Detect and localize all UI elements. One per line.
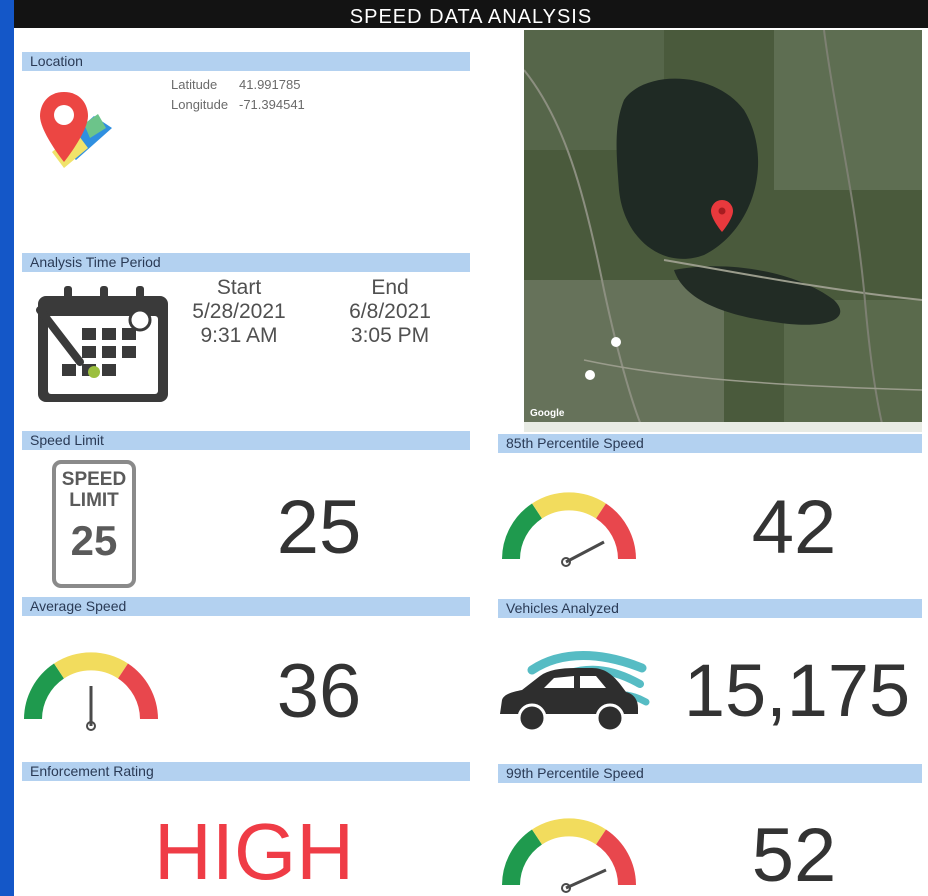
start-date: 5/28/2021 <box>192 300 286 323</box>
enforcement-value: HIGH <box>154 807 354 896</box>
sign-value: 25 <box>70 517 118 564</box>
speed-limit-header: Speed Limit <box>22 431 470 450</box>
latitude-row: Latitude 41.991785 <box>171 77 307 92</box>
percentile-99-gauge-icon <box>502 818 636 893</box>
end-label: End <box>371 276 409 299</box>
percentile-99-header: 99th Percentile Speed <box>498 764 922 783</box>
average-speed-value: 36 <box>276 649 362 734</box>
longitude-value: -71.394541 <box>239 97 305 112</box>
end-time: 3:05 PM <box>350 324 430 347</box>
percentile-99-value: 52 <box>751 813 837 896</box>
latitude-value: 41.991785 <box>239 77 301 92</box>
average-speed-gauge-icon <box>24 652 158 731</box>
vehicles-value: 15,175 <box>683 649 911 732</box>
end-date: 6/8/2021 <box>349 300 431 323</box>
start-time: 9:31 AM <box>200 324 278 347</box>
speed-limit-sign-icon: SPEED LIMIT 25 <box>52 460 136 588</box>
calendar-icon <box>36 286 168 402</box>
speed-gauge-icon <box>502 492 636 567</box>
sign-line-limit: LIMIT <box>69 490 119 511</box>
percentile-85-value: 42 <box>751 485 837 570</box>
sign-line-speed: SPEED <box>61 469 127 490</box>
longitude-row: Longitude -71.394541 <box>171 97 307 112</box>
location-header: Location <box>22 52 470 71</box>
car-icon <box>500 651 650 733</box>
latitude-label: Latitude <box>171 77 218 92</box>
location-pin-icon <box>40 92 112 168</box>
enforcement-header: Enforcement Rating <box>22 762 470 781</box>
longitude-label: Longitude <box>171 97 229 112</box>
page-title: SPEED DATA ANALYSIS <box>14 0 928 28</box>
average-speed-header: Average Speed <box>22 597 470 616</box>
speed-limit-value: 25 <box>276 485 362 570</box>
satellite-map[interactable]: Google <box>524 30 922 432</box>
map-image <box>524 30 922 432</box>
percentile-85-header: 85th Percentile Speed <box>498 434 922 453</box>
end-period: End 6/8/2021 3:05 PM <box>330 276 450 348</box>
report-page: SPEED DATA ANALYSIS Location Latitude 41.… <box>14 0 928 896</box>
map-attribution: Google <box>530 408 565 419</box>
vehicles-header: Vehicles Analyzed <box>498 599 922 618</box>
time-period-header: Analysis Time Period <box>22 253 470 272</box>
start-period: Start 5/28/2021 9:31 AM <box>179 276 299 348</box>
start-label: Start <box>216 276 262 299</box>
